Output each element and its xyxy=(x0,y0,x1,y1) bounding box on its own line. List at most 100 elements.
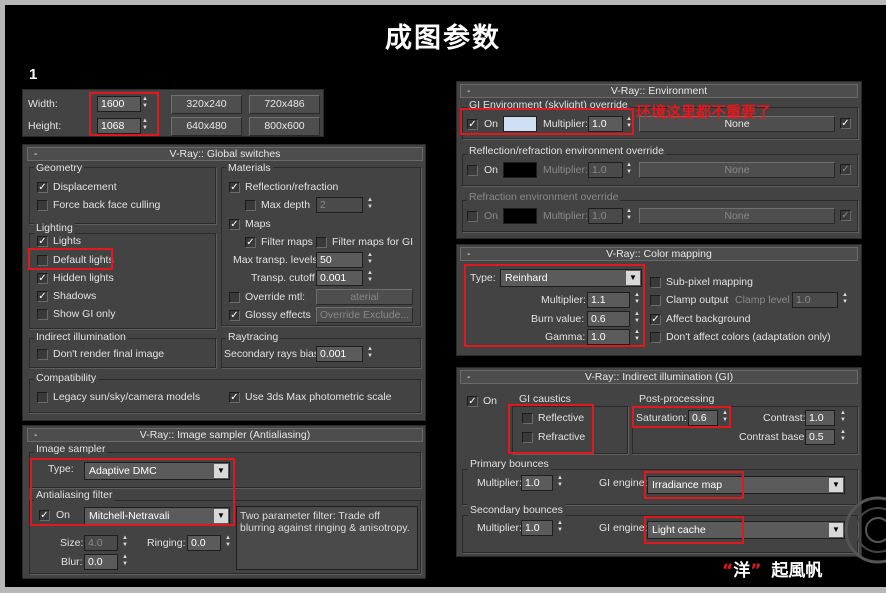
reflection-checkbox[interactable]: ✓ xyxy=(229,182,240,193)
clamp-level-spinner-icon[interactable]: ▲ ▼ xyxy=(840,292,850,308)
maps-checkbox[interactable]: ✓ xyxy=(229,219,240,230)
max-transp-label: Max transp. levels xyxy=(233,254,318,266)
override-mtl-label: Override mtl: xyxy=(245,291,306,303)
width-label: Width: xyxy=(28,98,58,110)
max-depth-checkbox[interactable] xyxy=(245,200,256,211)
raytracing-title: Raytracing xyxy=(226,331,281,344)
refl-env-spinner-icon[interactable]: ▲ ▼ xyxy=(624,162,634,178)
max-transp-spinner-icon[interactable]: ▲ ▼ xyxy=(365,252,375,268)
refr-env-on-checkbox[interactable] xyxy=(467,211,478,222)
color-mapping-header[interactable]: - V-Ray:: Color mapping xyxy=(460,247,858,261)
refl-env-color-swatch[interactable] xyxy=(503,162,537,178)
secondary-mult-input[interactable]: 1.0 xyxy=(521,520,553,536)
indirect-title: Indirect illumination xyxy=(34,331,128,344)
max-transp-input[interactable]: 50 xyxy=(316,252,363,268)
filter-maps-gi-checkbox[interactable] xyxy=(316,237,327,248)
image-sampler-header[interactable]: - V-Ray:: Image sampler (Antialiasing) xyxy=(27,428,423,442)
gi-on-checkbox[interactable]: ✓ xyxy=(467,396,478,407)
displacement-checkbox[interactable]: ✓ xyxy=(37,182,48,193)
ringing-spinner-icon[interactable]: ▲ ▼ xyxy=(223,535,233,551)
primary-mult-spinner-icon[interactable]: ▲ ▼ xyxy=(555,475,565,491)
contrast-input[interactable]: 1.0 xyxy=(805,410,835,426)
transp-cutoff-input[interactable]: 0.001 xyxy=(316,270,363,286)
refl-env-map-button[interactable]: None xyxy=(639,162,835,178)
refl-env-title: Reflection/refraction environment overri… xyxy=(467,145,666,158)
hidden-lights-label: Hidden lights xyxy=(53,272,114,284)
filter-maps-gi-label: Filter maps for GI xyxy=(332,236,414,248)
secondary-mult-spinner-icon[interactable]: ▲ ▼ xyxy=(555,520,565,536)
override-mtl-checkbox[interactable] xyxy=(229,292,240,303)
photometric-label: Use 3ds Max photometric scale xyxy=(245,391,392,403)
compat-title: Compatibility xyxy=(34,372,99,385)
subpixel-checkbox[interactable] xyxy=(650,277,661,288)
legacy-checkbox[interactable] xyxy=(37,392,48,403)
highlight-default-lights xyxy=(28,248,113,270)
preset-720x486-button[interactable]: 720x486 xyxy=(249,95,320,114)
refr-env-spinner-icon[interactable]: ▲ ▼ xyxy=(624,208,634,224)
gi-env-map-checkbox[interactable]: ✓ xyxy=(840,118,851,129)
global-switches-header[interactable]: - V-Ray:: Global switches xyxy=(27,147,423,161)
shadows-checkbox[interactable]: ✓ xyxy=(37,291,48,302)
max-depth-spinner-icon[interactable]: ▲ ▼ xyxy=(365,197,375,213)
secondary-bias-spinner-icon[interactable]: ▲ ▼ xyxy=(365,346,375,362)
clamp-output-checkbox[interactable] xyxy=(650,295,661,306)
primary-mult-input[interactable]: 1.0 xyxy=(521,475,553,491)
highlight-saturation xyxy=(632,406,731,428)
preset-320x240-button[interactable]: 320x240 xyxy=(171,95,242,114)
highlight-color-mapping xyxy=(464,264,645,347)
affect-bg-checkbox[interactable]: ✓ xyxy=(650,314,661,325)
reflection-label: Reflection/refraction xyxy=(245,181,339,193)
dont-affect-checkbox[interactable] xyxy=(650,332,661,343)
signature: “洋” 起風帆 xyxy=(722,561,823,581)
filter-maps-label: Filter maps xyxy=(261,236,313,248)
dont-render-checkbox[interactable] xyxy=(37,349,48,360)
highlight-primary-engine xyxy=(644,471,744,499)
geometry-group xyxy=(29,167,216,224)
contrast-spinner-icon[interactable]: ▲ ▼ xyxy=(838,410,848,426)
transp-cutoff-spinner-icon[interactable]: ▲ ▼ xyxy=(365,270,375,286)
preset-640x480-button[interactable]: 640x480 xyxy=(171,117,242,136)
refr-env-map-checkbox[interactable]: ✓ xyxy=(840,210,851,221)
refr-env-map-button[interactable]: None xyxy=(639,208,835,224)
refl-env-multiplier-input[interactable]: 1.0 xyxy=(588,162,623,178)
contrast-base-input[interactable]: 0.5 xyxy=(805,429,835,445)
page-title: 成图参数 xyxy=(385,23,501,54)
secondary-bias-input[interactable]: 0.001 xyxy=(316,346,363,362)
hidden-lights-checkbox[interactable]: ✓ xyxy=(37,273,48,284)
override-exclude-button[interactable]: Override Exclude... xyxy=(316,307,413,323)
lights-label: Lights xyxy=(53,235,82,247)
glossy-checkbox[interactable]: ✓ xyxy=(229,310,240,321)
refl-env-map-checkbox[interactable]: ✓ xyxy=(840,164,851,175)
clamp-level-input[interactable]: 1.0 xyxy=(792,292,838,308)
environment-header[interactable]: - V-Ray:: Environment xyxy=(460,84,858,98)
materials-title: Materials xyxy=(226,162,273,175)
override-mtl-button[interactable]: aterial #2097629265 xyxy=(316,289,413,305)
indirect-gi-header[interactable]: - V-Ray:: Indirect illumination (GI) xyxy=(460,370,858,384)
filter-maps-checkbox[interactable]: ✓ xyxy=(245,237,256,248)
preset-800x600-button[interactable]: 800x600 xyxy=(249,117,320,136)
displacement-label: Displacement xyxy=(53,181,117,193)
legacy-label: Legacy sun/sky/camera models xyxy=(53,391,201,403)
height-label: Height: xyxy=(28,120,62,132)
lights-checkbox[interactable]: ✓ xyxy=(37,236,48,247)
size-input[interactable]: 4.0 xyxy=(84,535,118,551)
primary-mult-label: Multiplier: xyxy=(477,477,522,489)
force-back-face-checkbox[interactable] xyxy=(37,200,48,211)
size-spinner-icon[interactable]: ▲ ▼ xyxy=(120,535,130,551)
max-depth-input[interactable]: 2 xyxy=(316,197,363,213)
annotation-text: 环境这里都不重要了 xyxy=(636,104,772,121)
refr-env-color-swatch[interactable] xyxy=(503,208,537,224)
gi-on-label: On xyxy=(483,395,498,407)
blur-spinner-icon[interactable]: ▲ ▼ xyxy=(120,554,130,570)
photometric-checkbox[interactable]: ✓ xyxy=(229,392,240,403)
section-number: 1 xyxy=(29,66,38,83)
highlight-secondary-engine xyxy=(644,516,744,544)
show-gi-only-checkbox[interactable] xyxy=(37,309,48,320)
contrast-base-label: Contrast base: xyxy=(739,431,808,443)
refl-env-on-checkbox[interactable] xyxy=(467,165,478,176)
maps-label: Maps xyxy=(245,218,271,230)
blur-input[interactable]: 0.0 xyxy=(84,554,118,570)
refr-env-multiplier-input[interactable]: 1.0 xyxy=(588,208,623,224)
contrast-base-spinner-icon[interactable]: ▲ ▼ xyxy=(838,429,848,445)
ringing-input[interactable]: 0.0 xyxy=(187,535,221,551)
